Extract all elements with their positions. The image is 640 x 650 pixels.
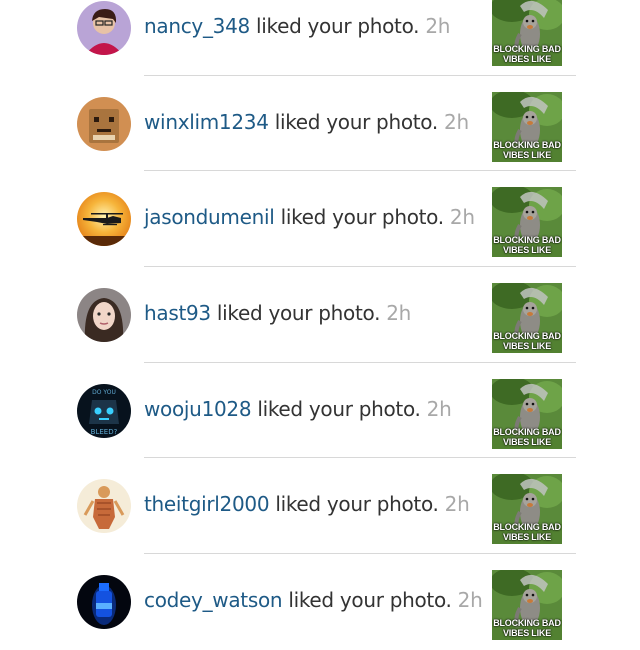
notification-action: liked your photo. bbox=[257, 396, 421, 421]
photo-thumbnail[interactable]: BLOCKING BAD VIBES LIKE bbox=[492, 474, 562, 545]
notification-text: codey_watson liked your photo. 2h bbox=[144, 586, 483, 614]
notification-row[interactable]: codey_watson liked your photo. 2h BLOCKIN… bbox=[0, 554, 640, 650]
notification-action: liked your photo. bbox=[274, 109, 439, 134]
thumbnail-caption-line2: VIBES LIKE bbox=[502, 532, 551, 543]
thumbnail-caption-line2: VIBES LIKE bbox=[502, 149, 551, 160]
photo-thumbnail[interactable]: BLOCKING BAD VIBES LIKE bbox=[492, 91, 562, 162]
user-avatar[interactable] bbox=[77, 575, 131, 630]
user-avatar[interactable] bbox=[77, 96, 131, 151]
thumbnail-caption: BLOCKING BAD VIBES LIKE bbox=[492, 331, 562, 351]
username-link[interactable]: codey_watson bbox=[144, 588, 283, 612]
notification-timestamp: 2h bbox=[449, 205, 475, 230]
photo-thumbnail[interactable]: BLOCKING BAD VIBES LIKE bbox=[492, 283, 562, 354]
thumbnail-caption-line1: BLOCKING BAD bbox=[493, 139, 561, 150]
thumbnail-caption: BLOCKING BAD VIBES LIKE bbox=[492, 427, 562, 447]
notification-action: liked your photo. bbox=[288, 588, 452, 613]
username-link[interactable]: nancy_348 bbox=[144, 14, 250, 38]
notification-text: wooju1028 liked your photo. 2h bbox=[144, 395, 452, 423]
notification-text: nancy_348 liked your photo. 2h bbox=[144, 12, 450, 40]
notification-timestamp: 2h bbox=[426, 396, 452, 421]
thumbnail-caption: BLOCKING BAD VIBES LIKE bbox=[492, 235, 562, 255]
activity-feed: nancy_348 liked your photo. 2h BLOCKING B… bbox=[0, 0, 640, 650]
user-avatar[interactable]: DO YOU BLEED? bbox=[77, 383, 131, 438]
username-link[interactable]: theitgirl2000 bbox=[144, 492, 270, 516]
notification-timestamp: 2h bbox=[425, 14, 451, 38]
thumbnail-caption-line2: VIBES LIKE bbox=[502, 54, 551, 64]
notification-row[interactable]: nancy_348 liked your photo. 2h BLOCKING B… bbox=[0, 0, 640, 76]
notification-timestamp: 2h bbox=[444, 109, 469, 134]
thumbnail-caption-line2: VIBES LIKE bbox=[502, 436, 551, 447]
svg-text:BLEED?: BLEED? bbox=[91, 428, 118, 436]
photo-thumbnail[interactable]: BLOCKING BAD VIBES LIKE bbox=[492, 187, 562, 258]
user-avatar[interactable] bbox=[77, 288, 131, 343]
thumbnail-caption: BLOCKING BAD VIBES LIKE bbox=[492, 618, 562, 638]
user-avatar[interactable] bbox=[77, 479, 131, 534]
notification-action: liked your photo. bbox=[275, 492, 439, 517]
thumbnail-caption-line1: BLOCKING BAD bbox=[493, 331, 561, 342]
thumbnail-caption-line2: VIBES LIKE bbox=[502, 245, 551, 256]
thumbnail-caption-line1: BLOCKING BAD bbox=[493, 426, 561, 437]
thumbnail-caption-line1: BLOCKING BAD bbox=[493, 618, 561, 629]
notification-row[interactable]: winxlim1234 liked your photo. 2h BLOCKING… bbox=[0, 76, 640, 172]
username-link[interactable]: winxlim1234 bbox=[144, 110, 269, 134]
notification-row[interactable]: jasondumenil liked your photo. 2h BLOCKIN… bbox=[0, 171, 640, 268]
username-link[interactable]: hast93 bbox=[144, 301, 211, 325]
photo-thumbnail[interactable]: BLOCKING BAD VIBES LIKE bbox=[492, 0, 562, 66]
notification-action: liked your photo. bbox=[216, 301, 381, 326]
thumbnail-caption-line1: BLOCKING BAD bbox=[493, 522, 561, 533]
notification-timestamp: 2h bbox=[386, 301, 412, 326]
notification-row[interactable]: theitgirl2000 liked your photo. 2h BLOCKI… bbox=[0, 458, 640, 555]
thumbnail-caption-line1: BLOCKING BAD bbox=[493, 44, 561, 54]
user-avatar[interactable] bbox=[77, 1, 131, 55]
thumbnail-caption: BLOCKING BAD VIBES LIKE bbox=[492, 44, 562, 64]
thumbnail-caption: BLOCKING BAD VIBES LIKE bbox=[492, 140, 562, 160]
notification-timestamp: 2h bbox=[457, 588, 483, 613]
thumbnail-caption-line1: BLOCKING BAD bbox=[493, 235, 561, 246]
thumbnail-caption-line2: VIBES LIKE bbox=[502, 341, 551, 352]
notification-text: hast93 liked your photo. 2h bbox=[144, 299, 411, 327]
notification-action: liked your photo. bbox=[280, 205, 445, 230]
notification-text: theitgirl2000 liked your photo. 2h bbox=[144, 490, 470, 518]
notification-text: winxlim1234 liked your photo. 2h bbox=[144, 108, 469, 136]
notification-row[interactable]: DO YOU BLEED? wooju1028 liked your photo. … bbox=[0, 363, 640, 459]
notification-text: jasondumenil liked your photo. 2h bbox=[144, 203, 475, 231]
photo-thumbnail[interactable]: BLOCKING BAD VIBES LIKE bbox=[492, 570, 562, 641]
username-link[interactable]: wooju1028 bbox=[144, 397, 252, 421]
username-link[interactable]: jasondumenil bbox=[144, 205, 275, 229]
user-avatar[interactable] bbox=[77, 192, 131, 247]
notification-timestamp: 2h bbox=[444, 492, 470, 517]
photo-thumbnail[interactable]: BLOCKING BAD VIBES LIKE bbox=[492, 378, 562, 449]
notification-row[interactable]: hast93 liked your photo. 2h BLOCKING BAD V… bbox=[0, 267, 640, 363]
notification-action: liked your photo. bbox=[255, 14, 420, 38]
thumbnail-caption: BLOCKING BAD VIBES LIKE bbox=[492, 522, 562, 542]
svg-text:DO YOU: DO YOU bbox=[92, 389, 116, 396]
thumbnail-caption-line2: VIBES LIKE bbox=[502, 628, 551, 639]
